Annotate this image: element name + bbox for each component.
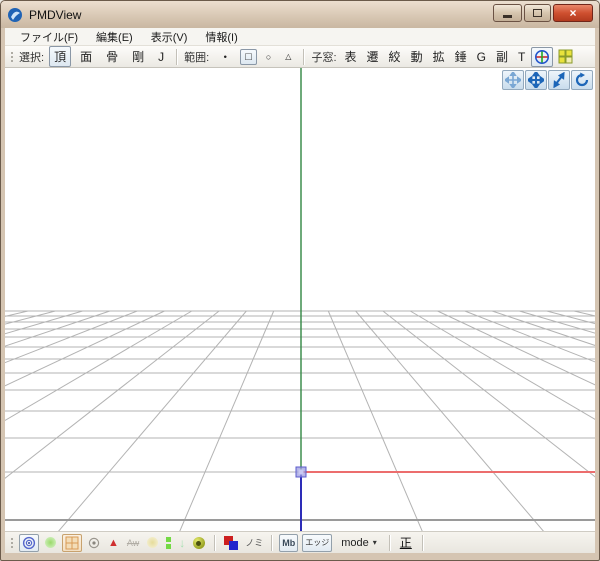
texture-grid-icon (65, 536, 79, 549)
camera-target-icon (22, 536, 36, 549)
green-blob-icon[interactable] (45, 537, 56, 548)
radio-circle-icon[interactable] (88, 537, 100, 549)
red-triangle-icon[interactable]: ▲ (108, 537, 119, 549)
select-vertex-button[interactable]: 頂 (49, 46, 72, 67)
mode-label: mode (341, 536, 369, 549)
yellow-blob-icon[interactable] (147, 537, 159, 548)
subwindow-sui-button[interactable]: 錘 (452, 47, 470, 66)
pan-light-icon (505, 72, 521, 88)
close-button[interactable]: × (553, 4, 593, 22)
select-rigid-button[interactable]: 剛 (127, 46, 149, 67)
title-bar[interactable]: PMDView × (1, 1, 599, 28)
menu-edit[interactable]: 編集(E) (87, 28, 142, 46)
blue-square (229, 540, 239, 550)
menu-file[interactable]: ファイル(F) (11, 28, 87, 46)
aw-strike-icon[interactable]: Aw (127, 538, 139, 548)
toolbar-separator (176, 48, 178, 65)
quad-view-button[interactable] (555, 47, 576, 66)
subwindow-fuku-button[interactable]: 副 (493, 47, 511, 66)
bottombar-separator (421, 534, 423, 551)
chevron-down-icon: ▾ (372, 538, 377, 547)
select-joint-button[interactable]: J (153, 48, 169, 66)
sphere-icon[interactable] (193, 536, 206, 549)
texture-grid-button[interactable] (62, 533, 82, 552)
menu-info[interactable]: 情報(I) (196, 28, 246, 46)
normal-mode-label[interactable]: 正 (400, 534, 412, 551)
radio-circle-glyph (88, 537, 100, 548)
subwindow-kaku-button[interactable]: 拡 (430, 47, 448, 66)
edge-label: エッジ (305, 538, 330, 547)
toolbar-separator (303, 48, 305, 65)
red-blue-squares-icon[interactable] (224, 535, 239, 550)
toolbar-grip (10, 49, 14, 64)
nomi-icon[interactable]: ノミ (245, 536, 263, 549)
maximize-icon (533, 9, 542, 17)
menu-view[interactable]: 表示(V) (142, 28, 197, 46)
view-nav-toolbar (501, 70, 593, 90)
select-label: 選択: (19, 51, 45, 64)
green-dots-icon[interactable] (166, 536, 172, 550)
axis-gizmo-button[interactable] (531, 46, 554, 67)
close-icon: × (569, 6, 577, 20)
mb-toggle-button[interactable]: Mb (279, 533, 299, 552)
3d-viewport[interactable] (5, 68, 595, 531)
subwindow-label: 子窓: (311, 51, 337, 64)
maximize-button[interactable] (524, 4, 551, 22)
app-icon (8, 7, 22, 22)
range-point-button[interactable]: ・ (214, 46, 236, 67)
pmdview-window: PMDView × ファイル(F) 編集(E) 表示(V) 情報(I) 選択: … (0, 0, 600, 561)
subwindow-shibo-button[interactable]: 絞 (386, 47, 404, 66)
minimize-icon (503, 14, 512, 18)
pan-icon (528, 72, 544, 88)
main-toolbar: 選択: 頂 面 骨 剛 J 範囲: ・ □ ○ △ 子窓: 表 遷 絞 動 拡 … (5, 46, 595, 68)
sphere-spot (196, 540, 202, 546)
minimize-button[interactable] (493, 4, 522, 22)
mb-label: Mb (282, 537, 296, 548)
green-dot (166, 543, 172, 549)
edge-toggle-button[interactable]: エッジ (302, 533, 333, 552)
subwindow-dou-button[interactable]: 動 (408, 47, 426, 66)
pan-light-button[interactable] (502, 70, 524, 90)
bottombar-separator (388, 534, 390, 551)
down-arrow-icon[interactable]: ↓ (179, 536, 185, 550)
rotate-icon (575, 72, 589, 87)
bottombar-grip (10, 535, 14, 550)
zoom-diagonal-icon (553, 72, 565, 88)
range-label: 範囲: (184, 51, 210, 64)
subwindow-t-button[interactable]: T (515, 49, 528, 65)
zoom-button[interactable] (548, 70, 570, 90)
green-dot (166, 536, 172, 542)
range-polygon-button[interactable]: △ (280, 50, 296, 63)
select-bone-button[interactable]: 骨 (101, 46, 123, 67)
menu-bar: ファイル(F) 編集(E) 表示(V) 情報(I) (5, 28, 595, 46)
subwindow-sen-button[interactable]: 遷 (364, 47, 382, 66)
bottombar-separator (271, 534, 273, 551)
axis-gizmo-icon (535, 49, 550, 64)
pan-button[interactable] (525, 70, 547, 90)
perspective-grid (5, 68, 595, 531)
bottom-toolbar: ▲ Aw ↓ ノミ Mb エッジ mode ▾ 正 (5, 531, 595, 553)
range-rect-button[interactable]: □ (240, 48, 257, 65)
subwindow-hyou-button[interactable]: 表 (342, 47, 360, 66)
select-face-button[interactable]: 面 (75, 46, 97, 67)
rotate-button[interactable] (571, 70, 593, 90)
range-circle-button[interactable]: ○ (261, 50, 276, 64)
mode-dropdown[interactable]: mode ▾ (336, 536, 382, 550)
camera-target-button[interactable] (19, 533, 39, 552)
subwindow-g-button[interactable]: G (474, 49, 489, 65)
quad-view-icon (558, 49, 573, 64)
bottombar-separator (214, 534, 216, 551)
window-title: PMDView (29, 7, 82, 22)
